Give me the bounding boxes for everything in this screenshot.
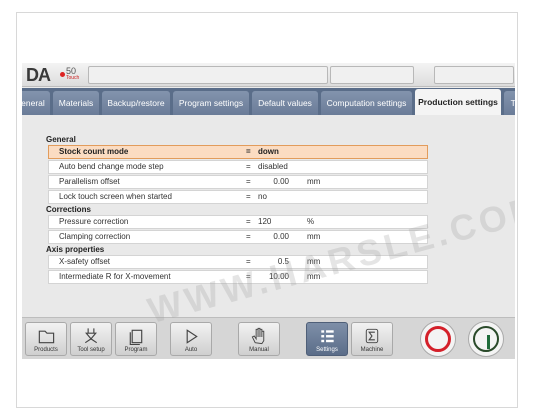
button-label: Program — [124, 347, 148, 353]
row-unit: mm — [307, 177, 321, 186]
header-bar: DA 50 Touch — [22, 63, 515, 87]
row-label: X-safety offset — [59, 257, 110, 266]
lock-area[interactable] — [416, 66, 434, 84]
button-label: Products — [34, 347, 58, 353]
row-unit: % — [307, 217, 315, 226]
bottom-navigation: Products Tool setup Program Auto Manual … — [22, 317, 515, 359]
row-equals: = — [246, 192, 251, 201]
settings-panel: General Stock count mode = down Auto ben… — [43, 134, 428, 314]
start-bar-icon — [487, 335, 490, 349]
stop-button[interactable] — [420, 321, 456, 357]
row-value: disabled — [258, 162, 288, 171]
settings-content: General Stock count mode = down Auto ben… — [22, 115, 515, 317]
logo-dot-icon — [60, 72, 65, 77]
row-value: 0.00 — [273, 177, 289, 186]
row-stock-count-mode[interactable]: Stock count mode = down — [48, 145, 428, 159]
tab-more[interactable]: Ti — [504, 91, 515, 115]
logo-text: DA — [26, 65, 51, 85]
row-x-safety-offset[interactable]: X-safety offset = 0.5 mm — [48, 255, 428, 269]
row-value: down — [258, 147, 279, 156]
row-value: no — [258, 192, 267, 201]
tab-computation-settings[interactable]: Computation settings — [321, 91, 412, 115]
tab-program-settings[interactable]: Program settings — [173, 91, 249, 115]
row-label: Auto bend change mode step — [59, 162, 164, 171]
button-label: Settings — [316, 347, 338, 353]
program-button[interactable]: Program — [115, 322, 157, 356]
program-pages-icon — [129, 329, 143, 345]
row-parallelism-offset[interactable]: Parallelism offset = 0.00 mm — [48, 175, 428, 189]
tab-materials[interactable]: Materials — [53, 91, 99, 115]
group-general: General — [46, 135, 76, 144]
group-axis-properties: Axis properties — [46, 245, 105, 254]
row-auto-bend-change[interactable]: Auto bend change mode step = disabled — [48, 160, 428, 174]
row-label: Clamping correction — [59, 232, 131, 241]
button-label: Tool setup — [77, 347, 105, 353]
status-field — [330, 66, 414, 84]
manual-button[interactable]: Manual — [238, 322, 280, 356]
row-equals: = — [246, 147, 251, 156]
auto-button[interactable]: Auto — [170, 322, 212, 356]
button-label: Auto — [184, 347, 198, 353]
tab-backup-restore[interactable]: Backup/restore — [102, 91, 170, 115]
folder-icon — [38, 330, 55, 344]
row-intermediate-r[interactable]: Intermediate R for X-movement = 10.00 mm — [48, 270, 428, 284]
start-button[interactable] — [468, 321, 504, 357]
tab-default-values[interactable]: Default values — [252, 91, 318, 115]
punch-tool-icon — [84, 328, 98, 344]
start-icon — [473, 326, 499, 352]
logo-sub: Touch — [66, 75, 80, 81]
machine-button[interactable]: Machine — [351, 322, 393, 356]
tab-general[interactable]: eneral — [22, 91, 50, 115]
control-screen: DA 50 Touch eneral Materials Backup/rest… — [22, 63, 515, 359]
product-info-field — [88, 66, 328, 84]
tool-setup-button[interactable]: Tool setup — [70, 322, 112, 356]
row-lock-touch-screen[interactable]: Lock touch screen when started = no — [48, 190, 428, 204]
settings-button[interactable]: Settings — [306, 322, 348, 356]
row-pressure-correction[interactable]: Pressure correction = 120 % — [48, 215, 428, 229]
row-unit: mm — [307, 232, 321, 241]
row-label: Lock touch screen when started — [59, 192, 172, 201]
tab-production-settings[interactable]: Production settings — [415, 89, 501, 115]
play-triangle-icon — [186, 329, 198, 344]
da-logo: DA 50 Touch — [26, 65, 86, 85]
row-value: 0.5 — [277, 257, 289, 266]
row-unit: mm — [307, 272, 321, 281]
settings-list-icon — [321, 330, 334, 343]
row-value: 10.00 — [268, 272, 289, 281]
row-label: Stock count mode — [59, 147, 129, 156]
row-label: Intermediate R for X-movement — [59, 272, 171, 281]
hand-icon — [251, 327, 265, 345]
settings-tab-bar: eneral Materials Backup/restore Program … — [22, 88, 515, 115]
products-button[interactable]: Products — [25, 322, 67, 356]
row-equals: = — [246, 217, 251, 226]
button-label: Manual — [249, 347, 269, 353]
row-value: 0.00 — [273, 232, 289, 241]
row-unit: mm — [307, 257, 321, 266]
row-label: Parallelism offset — [59, 177, 120, 186]
button-label: Machine — [360, 347, 384, 353]
row-value: 120 — [258, 217, 272, 226]
group-corrections: Corrections — [46, 205, 91, 214]
row-label: Pressure correction — [59, 217, 129, 226]
sigma-icon — [365, 328, 379, 344]
row-clamping-correction[interactable]: Clamping correction = 0.00 mm — [48, 230, 428, 244]
row-equals: = — [246, 162, 251, 171]
stop-icon — [425, 326, 451, 352]
time-field — [434, 66, 514, 84]
